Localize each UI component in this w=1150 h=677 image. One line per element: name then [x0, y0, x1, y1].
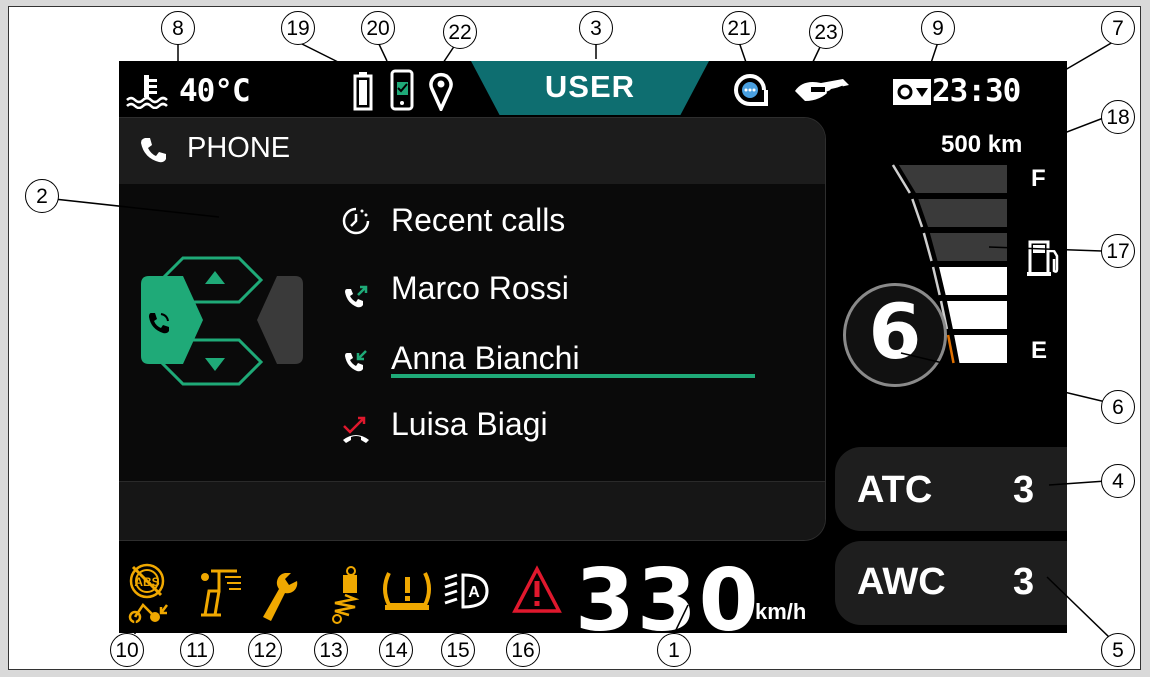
callout-1: 1	[657, 633, 691, 667]
callout-14: 14	[379, 633, 413, 667]
callout-21: 21	[722, 11, 756, 45]
callout-7: 7	[1101, 11, 1135, 45]
diagram-frame: 40°C USER 23:30 PHONE Recent calls Marco…	[8, 6, 1141, 670]
callout-5: 5	[1101, 633, 1135, 667]
callout-3: 3	[579, 11, 613, 45]
callout-11: 11	[180, 633, 214, 667]
callout-6: 6	[1101, 390, 1135, 424]
callout-18: 18	[1101, 100, 1135, 134]
callout-9: 9	[921, 11, 955, 45]
callout-4: 4	[1101, 464, 1135, 498]
callout-lines	[44, 41, 1114, 639]
callout-13: 13	[314, 633, 348, 667]
callout-10: 10	[110, 633, 144, 667]
callout-22: 22	[443, 15, 477, 49]
callout-15: 15	[441, 633, 475, 667]
callout-17: 17	[1101, 234, 1135, 268]
callout-20: 20	[361, 11, 395, 45]
callout-16: 16	[506, 633, 540, 667]
callout-2: 2	[25, 179, 59, 213]
callout-8: 8	[161, 11, 195, 45]
callout-19: 19	[281, 11, 315, 45]
callout-12: 12	[248, 633, 282, 667]
callout-23: 23	[809, 15, 843, 49]
